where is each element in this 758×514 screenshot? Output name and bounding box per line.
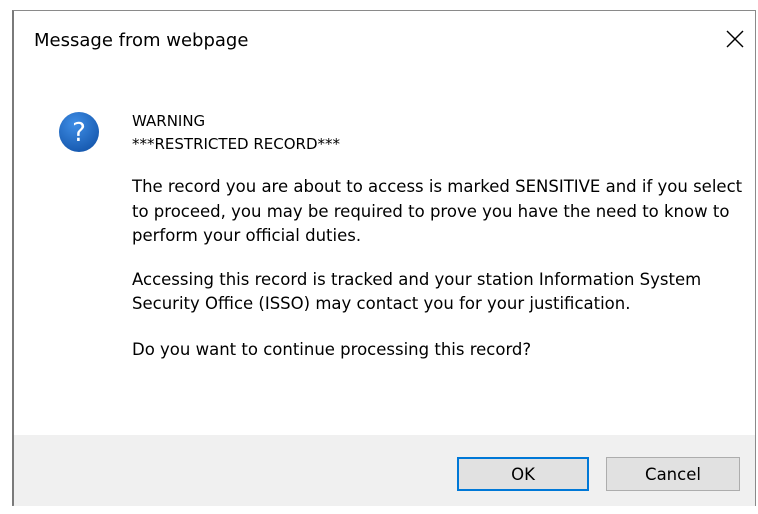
message-body: WARNING ***RESTRICTED RECORD*** The reco…: [132, 110, 752, 362]
svg-text:?: ?: [72, 118, 86, 148]
dialog-title: Message from webpage: [34, 30, 249, 51]
close-button[interactable]: [715, 19, 755, 59]
message-paragraph-1: The record you are about to access is ma…: [132, 177, 743, 245]
message-paragraph-2: Accessing this record is tracked and you…: [132, 269, 702, 314]
dialog-content: ? WARNING ***RESTRICTED RECORD*** The re…: [14, 69, 755, 441]
ok-button[interactable]: OK: [457, 457, 589, 491]
message-question: Do you want to continue processing this …: [132, 339, 532, 359]
restricted-record-heading: ***RESTRICTED RECORD***: [132, 135, 341, 153]
question-mark-icon: ?: [59, 112, 99, 152]
dialog-footer: OK Cancel: [14, 435, 755, 506]
close-icon: [726, 30, 744, 48]
message-dialog: Message from webpage ? WARNING ***RESTRI…: [12, 10, 756, 506]
dialog-titlebar[interactable]: Message from webpage: [14, 11, 755, 69]
warning-heading: WARNING: [132, 112, 206, 130]
cancel-button[interactable]: Cancel: [606, 457, 740, 491]
